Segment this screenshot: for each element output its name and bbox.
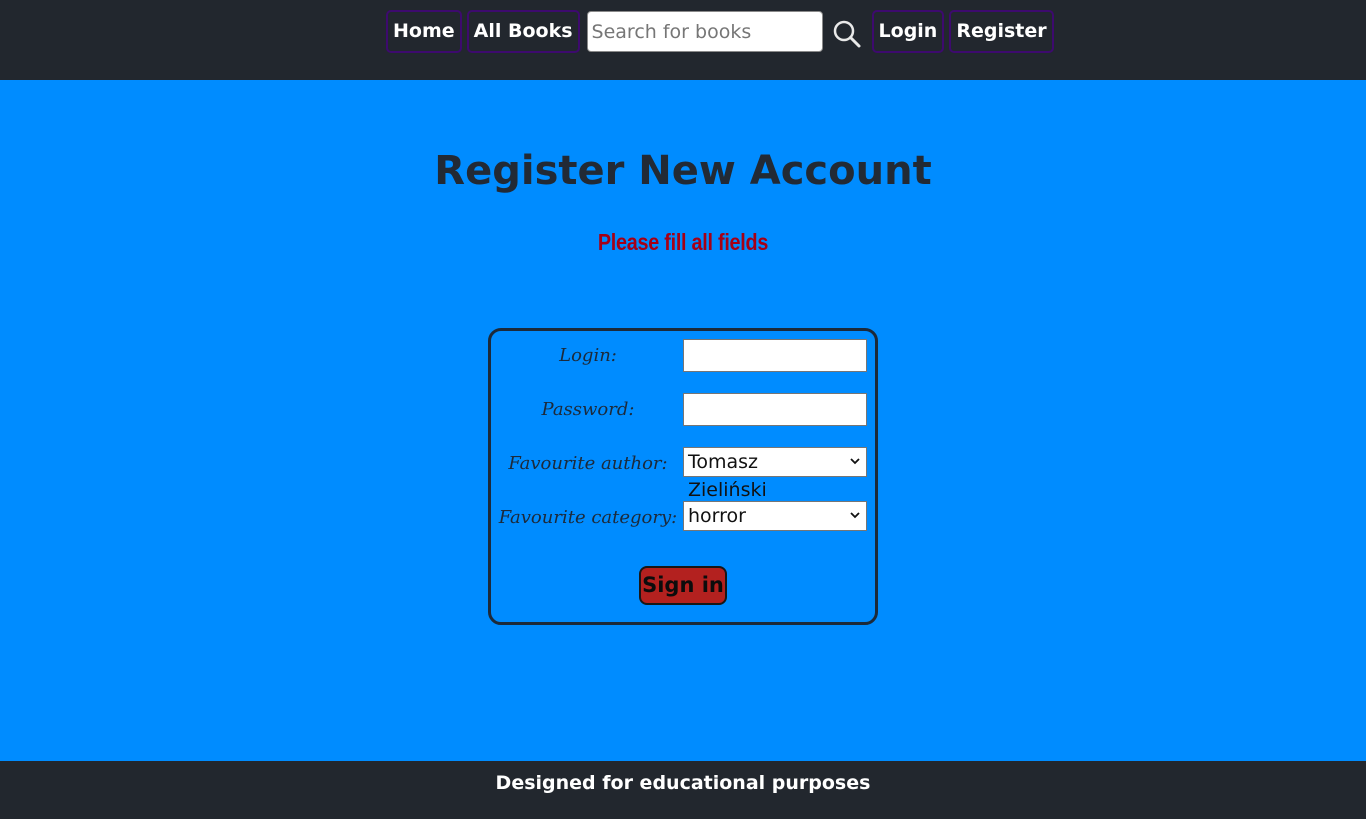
author-row: Favourite author: Tomasz Zieliński — [491, 447, 875, 501]
password-input[interactable] — [683, 393, 867, 426]
category-label: Favourite category: — [498, 507, 678, 528]
sign-in-button[interactable]: Sign in — [639, 566, 727, 605]
search-icon[interactable] — [832, 19, 862, 49]
login-input[interactable] — [683, 339, 867, 372]
password-row: Password: — [491, 393, 875, 427]
top-navbar: Home All Books Login Register — [0, 0, 1366, 80]
category-selected-value: horror — [688, 505, 746, 527]
validation-warning: Please fill all fields — [597, 229, 769, 255]
nav-login-button[interactable]: Login — [871, 10, 945, 53]
page-title: Register New Account — [434, 148, 932, 194]
author-selected-value: Tomasz Zieliński — [688, 451, 767, 501]
author-label: Favourite author: — [508, 453, 668, 474]
nav-register-button[interactable]: Register — [949, 10, 1054, 53]
footer: Designed for educational purposes — [0, 761, 1366, 819]
nav-menu: Home All Books Login Register — [386, 10, 1059, 53]
chevron-down-icon — [850, 512, 860, 519]
register-form: Login: Password: Favourite author: Tomas… — [488, 328, 878, 625]
chevron-down-icon — [850, 458, 860, 465]
nav-home-button[interactable]: Home — [386, 10, 462, 53]
author-select[interactable]: Tomasz Zieliński — [683, 447, 867, 501]
category-row: Favourite category: horror — [491, 501, 875, 535]
category-select[interactable]: horror — [683, 501, 867, 531]
password-label: Password: — [541, 399, 635, 420]
login-label: Login: — [559, 345, 617, 366]
search-input[interactable] — [586, 11, 823, 52]
login-row: Login: — [491, 339, 875, 373]
nav-all-books-button[interactable]: All Books — [466, 10, 580, 53]
footer-text: Designed for educational purposes — [495, 772, 871, 794]
